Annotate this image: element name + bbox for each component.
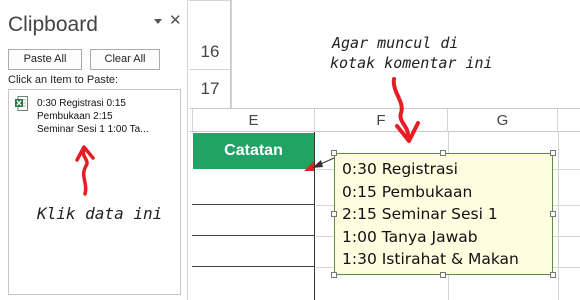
row-header-16[interactable]: 16: [189, 42, 231, 62]
clipboard-item-text: 0:30 Registrasi 0:15 Pembukaan 2:15 Semi…: [37, 97, 179, 136]
comment-line: 2:15 Seminar Sesi 1: [342, 205, 498, 223]
comment-line: 0:15 Pembukaan: [342, 182, 473, 201]
clipboard-item-list: 0:30 Registrasi 0:15 Pembukaan 2:15 Semi…: [8, 89, 181, 295]
row-header-17[interactable]: 17: [189, 79, 231, 99]
clipboard-item-line: Pembukaan 2:15: [37, 111, 113, 122]
column-header-g[interactable]: G: [448, 109, 558, 132]
column-header-e[interactable]: E: [192, 109, 315, 132]
comment-line: 1:30 Istirahat & Makan: [342, 250, 519, 268]
resize-handle[interactable]: [440, 150, 446, 156]
close-icon[interactable]: ✕: [169, 13, 182, 29]
clipboard-title: Clipboard: [8, 13, 98, 36]
paste-hint: Click an Item to Paste:: [8, 74, 119, 86]
paste-all-button[interactable]: Paste All: [8, 49, 82, 70]
comment-line: 1:00 Tanya Jawab: [342, 227, 478, 246]
resize-handle[interactable]: [550, 211, 556, 217]
comment-line: 0:30 Registrasi: [342, 160, 458, 178]
annotation-line: Agar muncul di: [332, 34, 459, 52]
comment-indicator-icon: [304, 161, 314, 171]
resize-handle[interactable]: [331, 150, 337, 156]
pane-options-caret-icon[interactable]: [154, 19, 162, 24]
resize-handle[interactable]: [550, 272, 556, 278]
column-header-row: E F G: [189, 108, 580, 132]
cell-border: [314, 132, 315, 300]
click-data-annotation: Klik data ini: [37, 204, 163, 223]
annotation-line: kotak komentar ini: [330, 54, 493, 72]
clipboard-item-line: Seminar Sesi 1 1:00 Ta...: [37, 124, 149, 135]
excel-icon: [15, 96, 28, 111]
comment-text: 0:30 Registrasi 0:15 Pembukaan 2:15 Semi…: [342, 158, 519, 271]
catatan-header-cell[interactable]: Catatan: [193, 133, 314, 169]
cell-comment-box[interactable]: 0:30 Registrasi 0:15 Pembukaan 2:15 Semi…: [334, 153, 553, 275]
comment-box-annotation: Agar muncul di kotak komentar ini: [330, 33, 493, 73]
resize-handle[interactable]: [331, 272, 337, 278]
resize-handle[interactable]: [440, 272, 446, 278]
clipboard-item-line: 0:30 Registrasi 0:15: [37, 98, 126, 109]
clipboard-item[interactable]: 0:30 Registrasi 0:15 Pembukaan 2:15 Semi…: [12, 94, 177, 140]
clipboard-pane: Clipboard ✕ Paste All Clear All Click an…: [0, 0, 188, 300]
resize-handle[interactable]: [550, 150, 556, 156]
clear-all-button[interactable]: Clear All: [90, 49, 160, 70]
resize-handle[interactable]: [331, 211, 337, 217]
column-header-f[interactable]: F: [315, 109, 448, 132]
